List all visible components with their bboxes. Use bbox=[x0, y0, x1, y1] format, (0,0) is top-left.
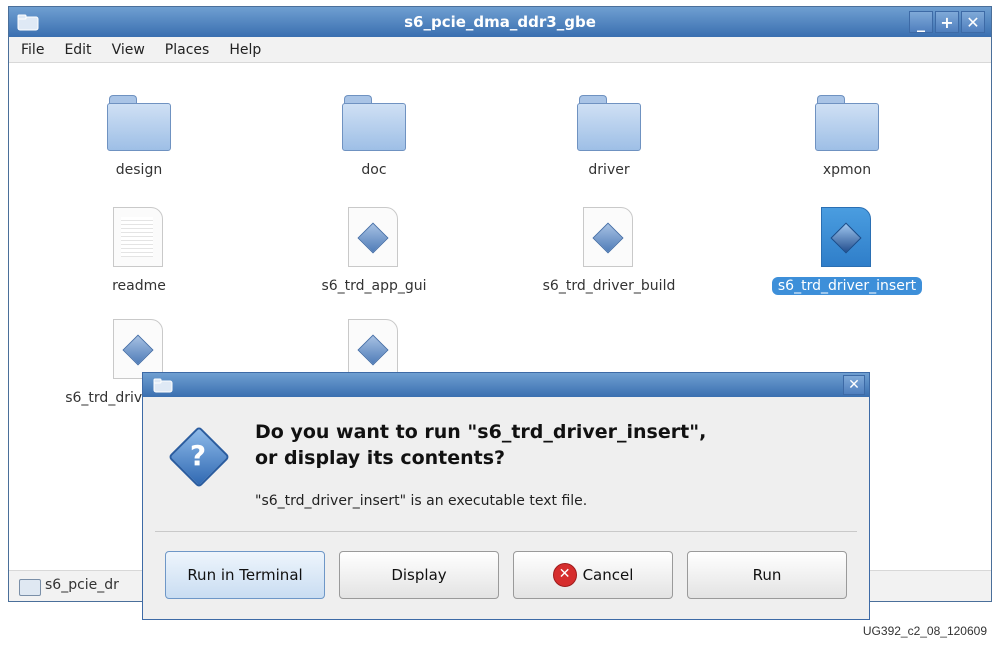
script-file-icon bbox=[348, 319, 400, 379]
maximize-button[interactable]: + bbox=[935, 11, 959, 33]
file-label: s6_trd_app_gui bbox=[321, 278, 427, 294]
file-label: doc bbox=[361, 162, 387, 178]
menu-bar: File Edit View Places Help bbox=[9, 37, 991, 63]
file-item-script[interactable] bbox=[274, 319, 474, 379]
file-label: readme bbox=[112, 278, 166, 294]
folder-icon bbox=[153, 377, 173, 393]
folder-icon bbox=[577, 91, 641, 151]
script-file-icon bbox=[583, 207, 635, 267]
folder-icon bbox=[815, 91, 879, 151]
cancel-button[interactable]: ✕ Cancel bbox=[513, 551, 673, 599]
file-item-driver[interactable]: driver bbox=[509, 91, 709, 179]
cancel-icon: ✕ bbox=[552, 563, 577, 587]
folder-icon bbox=[107, 91, 171, 151]
title-bar[interactable]: s6_pcie_dma_ddr3_gbe _ + ✕ bbox=[9, 7, 991, 37]
display-button[interactable]: Display bbox=[339, 551, 499, 599]
menu-help[interactable]: Help bbox=[229, 42, 261, 58]
file-label: driver bbox=[588, 162, 630, 178]
run-in-terminal-label: Run in Terminal bbox=[187, 566, 303, 584]
file-label: xpmon bbox=[822, 162, 872, 178]
file-item-s6-trd-driver-insert[interactable]: s6_trd_driver_insert bbox=[747, 207, 947, 295]
folder-icon bbox=[19, 579, 41, 596]
menu-places[interactable]: Places bbox=[165, 42, 210, 58]
text-file-icon bbox=[113, 207, 165, 267]
menu-edit[interactable]: Edit bbox=[64, 42, 91, 58]
dialog-divider bbox=[155, 531, 857, 532]
file-item-xpmon[interactable]: xpmon bbox=[747, 91, 947, 179]
run-in-terminal-button[interactable]: Run in Terminal bbox=[165, 551, 325, 599]
run-button[interactable]: Run bbox=[687, 551, 847, 599]
display-label: Display bbox=[391, 566, 447, 584]
dialog-heading-line1: Do you want to run "s6_trd_driver_insert… bbox=[255, 421, 707, 443]
minimize-button[interactable]: _ bbox=[909, 11, 933, 33]
script-file-icon bbox=[821, 207, 873, 267]
cancel-label: Cancel bbox=[582, 566, 634, 584]
dialog-heading: Do you want to run "s6_trd_driver_insert… bbox=[255, 419, 815, 471]
question-glyph: ? bbox=[189, 439, 207, 472]
status-text: s6_pcie_dr bbox=[45, 577, 119, 593]
script-file-icon bbox=[348, 207, 400, 267]
menu-file[interactable]: File bbox=[21, 42, 44, 58]
dialog-description: "s6_trd_driver_insert" is an executable … bbox=[255, 493, 588, 509]
figure-caption: UG392_c2_08_120609 bbox=[862, 624, 987, 638]
menu-view[interactable]: View bbox=[112, 42, 145, 58]
run-label: Run bbox=[752, 566, 782, 584]
file-item-readme[interactable]: readme bbox=[39, 207, 239, 295]
script-file-icon bbox=[113, 319, 165, 379]
question-icon: ? bbox=[167, 425, 231, 489]
file-item-s6-trd-driver-build[interactable]: s6_trd_driver_build bbox=[509, 207, 709, 295]
file-label: s6_trd_driver_build bbox=[542, 278, 676, 294]
file-item-doc[interactable]: doc bbox=[274, 91, 474, 179]
file-item-design[interactable]: design bbox=[39, 91, 239, 179]
folder-icon bbox=[342, 91, 406, 151]
file-label-selected: s6_trd_driver_insert bbox=[771, 277, 923, 295]
dialog-close-button[interactable]: ✕ bbox=[843, 375, 865, 395]
file-item-s6-trd-app-gui[interactable]: s6_trd_app_gui bbox=[274, 207, 474, 295]
dialog-title-bar[interactable]: ✕ bbox=[143, 373, 869, 397]
run-confirmation-dialog: ✕ ? Do you want to run "s6_trd_driver_in… bbox=[142, 372, 870, 620]
file-label: design bbox=[115, 162, 163, 178]
close-button[interactable]: ✕ bbox=[961, 11, 985, 33]
dialog-heading-line2: or display its contents? bbox=[255, 447, 506, 469]
window-title: s6_pcie_dma_ddr3_gbe bbox=[404, 13, 596, 31]
